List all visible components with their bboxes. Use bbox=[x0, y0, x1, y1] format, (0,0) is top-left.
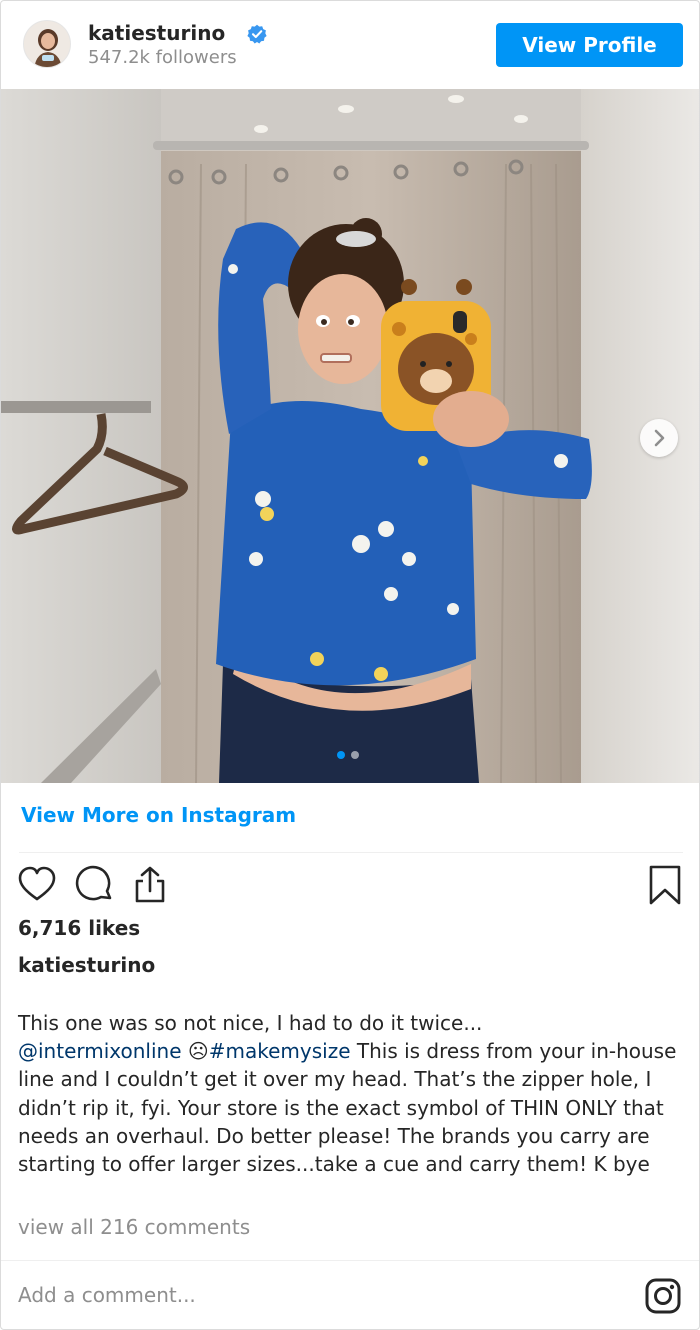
chevron-right-icon bbox=[654, 429, 665, 447]
caption-text: This one was so not nice, I had to do it… bbox=[18, 1009, 686, 1178]
carousel-dot bbox=[351, 751, 359, 759]
instagram-icon bbox=[645, 1278, 681, 1314]
share-icon bbox=[135, 866, 165, 903]
post-header: katiesturino 547.2k followers View Profi… bbox=[1, 1, 699, 89]
carousel-dot-active bbox=[337, 751, 345, 759]
follower-count: 547.2k followers bbox=[88, 47, 237, 68]
comment-button[interactable] bbox=[74, 864, 116, 906]
divider bbox=[1, 1260, 699, 1261]
view-profile-button[interactable]: View Profile bbox=[496, 23, 683, 67]
carousel-next-button[interactable] bbox=[640, 419, 678, 457]
mention-link[interactable]: @intermixonline bbox=[18, 1039, 182, 1063]
caption-username[interactable]: katiesturino bbox=[18, 953, 155, 977]
comment-input[interactable] bbox=[18, 1279, 618, 1311]
view-all-comments-link[interactable]: view all 216 comments bbox=[18, 1215, 250, 1239]
like-count[interactable]: 6,716 likes bbox=[18, 916, 140, 940]
photo-illustration bbox=[1, 89, 699, 783]
caption-line-1: This one was so not nice, I had to do it… bbox=[18, 1011, 483, 1035]
divider bbox=[19, 852, 683, 853]
save-button[interactable] bbox=[644, 864, 686, 906]
share-button[interactable] bbox=[129, 864, 171, 906]
instagram-logo-button[interactable] bbox=[644, 1277, 682, 1315]
bookmark-icon bbox=[649, 865, 681, 905]
avatar[interactable] bbox=[23, 20, 71, 68]
view-more-link[interactable]: View More on Instagram bbox=[21, 803, 296, 827]
hashtag-link[interactable]: #makemysize bbox=[209, 1039, 351, 1063]
like-button[interactable] bbox=[16, 864, 58, 906]
comment-bubble-icon bbox=[75, 865, 112, 901]
caption-emoji: ☹ bbox=[187, 1039, 209, 1064]
post-photo[interactable] bbox=[1, 89, 699, 783]
heart-icon bbox=[18, 866, 56, 901]
username[interactable]: katiesturino bbox=[88, 21, 225, 45]
instagram-embed: katiesturino 547.2k followers View Profi… bbox=[0, 0, 700, 1330]
verified-badge-icon bbox=[247, 24, 267, 44]
